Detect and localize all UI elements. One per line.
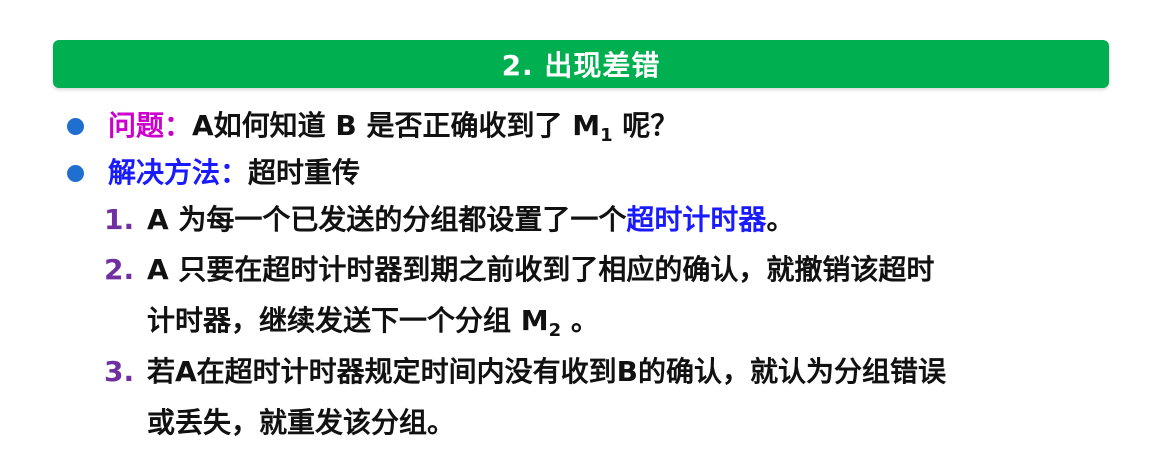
- solution-line: 解决方法：超时重传: [108, 153, 360, 193]
- step-2-subscript: 2: [548, 320, 562, 341]
- step-1-tail: 。: [766, 203, 795, 236]
- section-title: 2. 出现差错: [501, 49, 661, 82]
- step-1-line: A 为每一个已发送的分组都设置了一个超时计时器。: [147, 200, 794, 240]
- question-label: 问题：: [108, 109, 193, 142]
- step-number: 1.: [104, 203, 135, 236]
- bullet-icon: [67, 118, 84, 135]
- step-3-text-2: 或丢失，就重发该分组。: [147, 406, 456, 439]
- question-text-end: 呢？: [612, 109, 679, 142]
- section-header-banner: 2. 出现差错: [53, 40, 1109, 88]
- step-3-line-2: 或丢失，就重发该分组。: [147, 403, 455, 443]
- step-2-text-2-end: 。: [561, 304, 599, 337]
- step-1-text: A 为每一个已发送的分组都设置了一个: [147, 203, 627, 236]
- step-number: 2.: [104, 253, 135, 286]
- question-line: 问题：A如何知道 B 是否正确收到了 M1 呢？: [108, 106, 678, 146]
- step-number: 3.: [104, 355, 135, 388]
- solution-text: 超时重传: [248, 156, 361, 189]
- step-1-highlight: 超时计时器: [626, 203, 767, 236]
- step-2-line-2: 计时器，继续发送下一个分组 M2 。: [147, 301, 599, 341]
- solution-label: 解决方法：: [108, 156, 249, 189]
- question-subscript: 1: [600, 125, 613, 146]
- step-2-text-2: 计时器，继续发送下一个分组 M: [147, 304, 549, 337]
- bullet-icon: [67, 165, 84, 182]
- question-text: A如何知道 B 是否正确收到了 M: [192, 109, 601, 142]
- step-3-text-1: 若A在超时计时器规定时间内没有收到B的确认，就认为分组错误: [147, 355, 947, 388]
- step-2-line-1: A 只要在超时计时器到期之前收到了相应的确认，就撤销该超时: [147, 250, 934, 290]
- step-3-line-1: 若A在超时计时器规定时间内没有收到B的确认，就认为分组错误: [147, 352, 946, 392]
- step-2-text-1: A 只要在超时计时器到期之前收到了相应的确认，就撤销该超时: [147, 253, 935, 286]
